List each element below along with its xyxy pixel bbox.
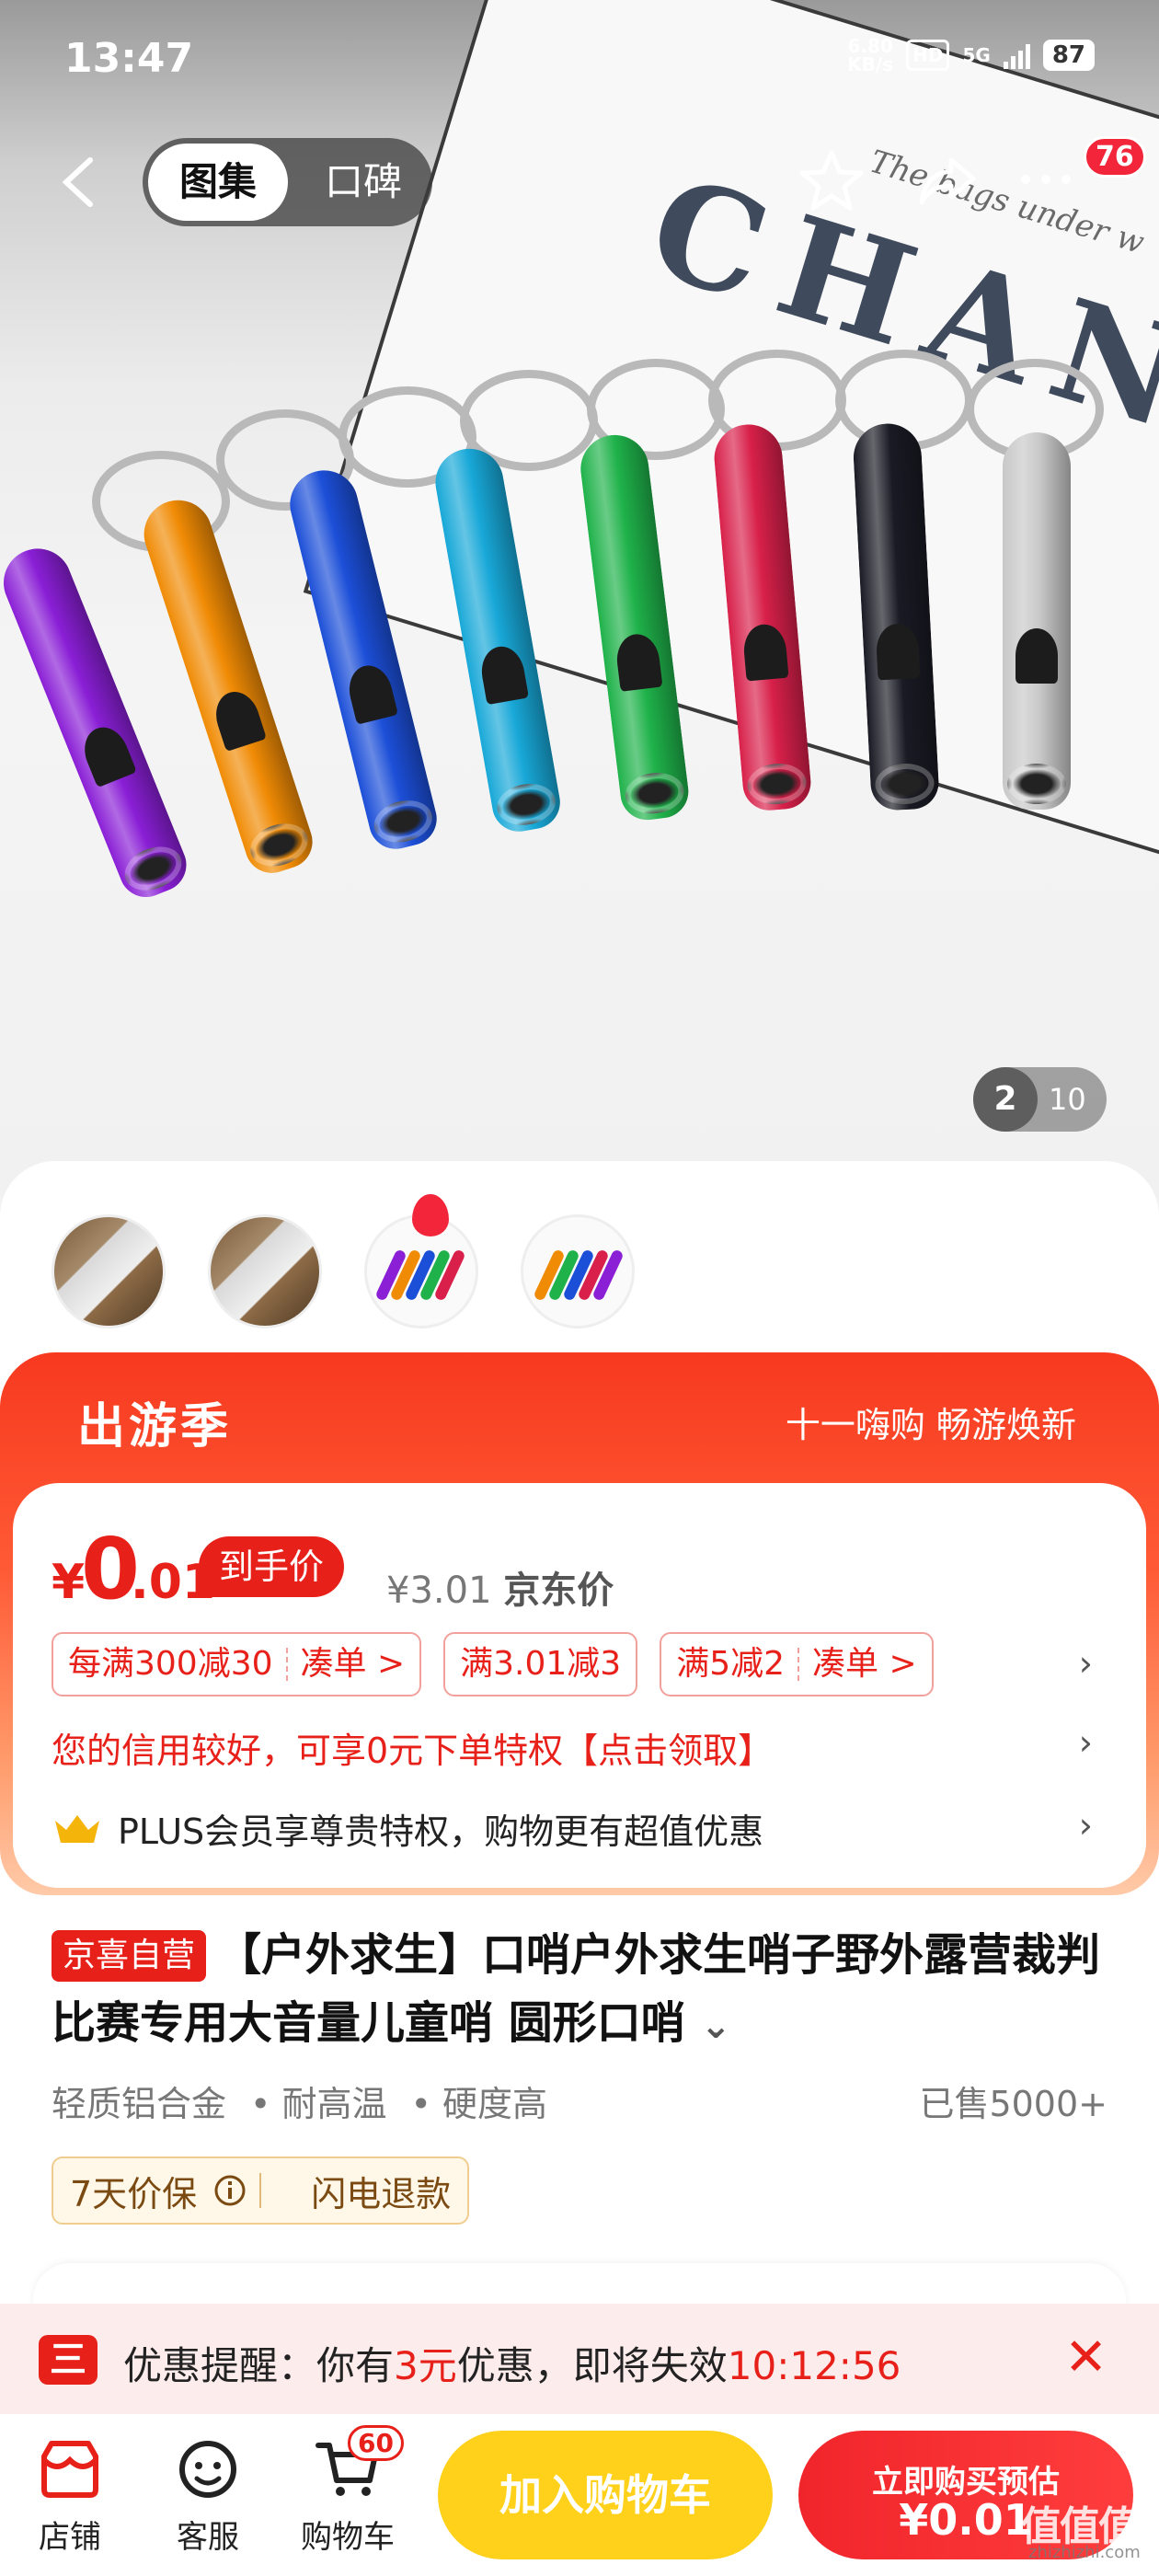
- sold-count: 已售5000+: [919, 2084, 1107, 2124]
- chevron-right-icon[interactable]: ›: [1079, 1722, 1093, 1763]
- variant-thumbnail[interactable]: [208, 1214, 322, 1328]
- image-pager: 2 10: [973, 1067, 1107, 1132]
- store-icon: [41, 2441, 98, 2498]
- guarantee-divider: [259, 2173, 294, 2208]
- watermark-url: zhizhizhi.com: [1028, 2543, 1141, 2562]
- whistle-hole: [1016, 628, 1058, 684]
- coupon-tag[interactable]: 满5减2 凑单 >: [660, 1632, 934, 1696]
- cart-count-badge: 60: [348, 2425, 404, 2461]
- feature-item: 轻质铝合金: [52, 2084, 227, 2124]
- whistle-mouth: [369, 794, 437, 848]
- chevron-right-icon[interactable]: ›: [1079, 1643, 1093, 1684]
- promo-subtitle: 十一嗨购 畅游焕新: [785, 1405, 1076, 1445]
- coupon-action[interactable]: 凑单 >: [301, 1634, 406, 1695]
- variant-thumbnail[interactable]: [52, 1214, 166, 1328]
- close-icon[interactable]: ✕: [1064, 2328, 1107, 2387]
- jd-price-label: 京东价: [503, 1570, 614, 1612]
- whistle-mouth: [745, 761, 809, 807]
- whistle-mouth: [1007, 764, 1066, 804]
- coupon-text: 满3.01减3: [460, 1645, 622, 1683]
- whistle-hole: [477, 643, 530, 706]
- hd-icon: HD: [906, 40, 950, 71]
- product-title-text: 【户外求生】口哨户外求生哨子野外露营裁判比赛专用大音量儿童哨 圆形口哨: [52, 1929, 1101, 2049]
- feature-list: 轻质铝合金 • 耐高温 • 硬度高: [52, 2076, 547, 2126]
- chevron-right-icon[interactable]: ›: [1079, 1805, 1093, 1846]
- jd-price-value: ¥3.01: [386, 1570, 492, 1612]
- reminder-countdown: 10:12:56: [727, 2343, 901, 2388]
- feature-item: • 硬度高: [410, 2084, 548, 2124]
- tab-gallery[interactable]: 图集: [148, 144, 288, 221]
- coupon-icon: 三: [39, 2335, 98, 2385]
- status-bar: 13:47 6.80 KB/s HD 5G 87: [0, 0, 1159, 120]
- variant-thumbnails: [52, 1214, 635, 1328]
- coupon-text: 每满300减30: [68, 1645, 273, 1683]
- reminder-middle: 优惠，即将失效: [456, 2343, 728, 2388]
- whistle-mouth: [493, 779, 559, 830]
- service-icon: [179, 2441, 236, 2498]
- net-speed: 6.80 KB/s: [847, 37, 893, 74]
- coupon-row[interactable]: 每满300减30 凑单 > 满3.01减3 满5减2 凑单 >: [52, 1632, 934, 1696]
- service-button[interactable]: 客服: [153, 2432, 263, 2557]
- fast-refund-label: 闪电退款: [311, 2173, 452, 2214]
- cart-label: 购物车: [301, 2519, 395, 2556]
- whistle: [1003, 432, 1071, 810]
- whistle-hole: [614, 632, 663, 693]
- signal-icon: [1003, 41, 1030, 69]
- reminder-prefix: 优惠提醒：你有: [123, 2343, 395, 2388]
- chevron-down-icon[interactable]: ⌄: [700, 2005, 731, 2047]
- plus-membership-row[interactable]: PLUS会员享尊贵特权，购物更有超值优惠: [52, 1803, 763, 1854]
- whistle-hole: [76, 720, 137, 788]
- coupon-tag[interactable]: 满3.01减3: [443, 1632, 638, 1696]
- whistle-mouth: [623, 769, 687, 817]
- pager-total: 10: [1049, 1082, 1086, 1117]
- whistle-hole: [343, 661, 399, 726]
- whistle-mouth: [245, 816, 314, 874]
- whistle-hole: [209, 686, 268, 753]
- final-price-tag: 到手价: [199, 1536, 345, 1597]
- variant-thumbnail[interactable]: [521, 1214, 635, 1328]
- reminder-text: 优惠提醒：你有3元优惠，即将失效10:12:56: [123, 2335, 901, 2391]
- service-label: 客服: [177, 2519, 239, 2556]
- service-guarantee[interactable]: 7天价保 闪电退款: [52, 2156, 470, 2225]
- jd-reference-price: ¥3.01 京东价: [386, 1560, 614, 1614]
- coupon-divider: [285, 1648, 288, 1681]
- coupon-tag[interactable]: 每满300减30 凑单 >: [52, 1632, 422, 1696]
- add-to-cart-button[interactable]: 加入购物车: [438, 2431, 773, 2559]
- net-speed-unit: KB/s: [847, 53, 894, 75]
- price-protect-label: 7天价保: [70, 2173, 198, 2214]
- coupon-action[interactable]: 凑单 >: [812, 1634, 917, 1695]
- battery-icon: 87: [1042, 40, 1095, 71]
- promo-title: 出游季: [77, 1399, 233, 1455]
- info-icon[interactable]: [213, 2174, 247, 2207]
- hot-flame-icon: [412, 1194, 449, 1236]
- price-currency: ¥: [52, 1555, 86, 1610]
- reminder-amount: 3元: [394, 2343, 457, 2388]
- tab-reviews[interactable]: 口碑: [299, 144, 428, 221]
- store-label: 店铺: [39, 2519, 101, 2556]
- store-button[interactable]: 店铺: [15, 2432, 125, 2557]
- product-title[interactable]: 【户外求生】口哨户外求生哨子野外露营裁判比赛专用大音量儿童哨 圆形口哨 ⌄: [52, 1921, 1100, 2060]
- coupon-divider: [798, 1648, 800, 1681]
- share-icon[interactable]: [911, 147, 984, 221]
- credit-offer-text[interactable]: 您的信用较好，可享0元下单特权【点击领取】: [52, 1722, 773, 1773]
- more-badge: 76: [1084, 136, 1146, 178]
- plus-text: PLUS会员享尊贵特权，购物更有超值优惠: [118, 1811, 764, 1852]
- crown-icon: [55, 1814, 99, 1843]
- network-label: 5G: [962, 44, 991, 66]
- whistle-hole: [875, 623, 921, 681]
- pager-current: 2: [973, 1067, 1038, 1132]
- status-icons: 6.80 KB/s HD 5G 87: [847, 37, 1095, 74]
- net-speed-value: 6.80: [847, 35, 893, 57]
- star-icon[interactable]: [795, 147, 868, 221]
- status-time: 13:47: [64, 35, 194, 82]
- whistle-mouth: [874, 762, 935, 806]
- whistle-hole: [741, 623, 789, 682]
- coupon-text: 满5减2: [676, 1645, 786, 1683]
- whistle-mouth: [118, 838, 189, 899]
- self-operated-badge: 京喜自营: [52, 1930, 207, 1982]
- feature-item: • 耐高温: [250, 2084, 387, 2124]
- back-icon[interactable]: [55, 155, 101, 210]
- view-switch: 图集 口碑: [143, 138, 432, 226]
- more-icon[interactable]: [1021, 175, 1071, 184]
